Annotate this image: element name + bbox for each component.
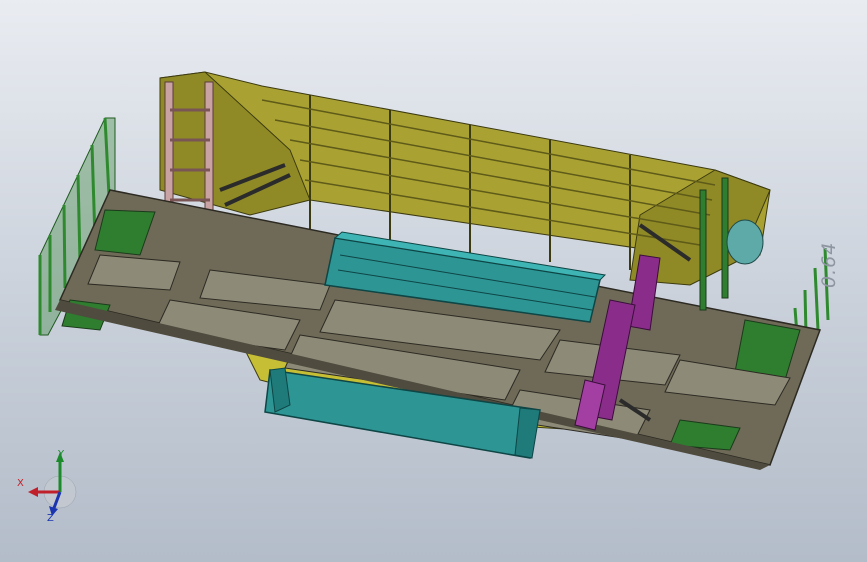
x-axis-arrowhead (28, 487, 38, 497)
y-axis-label: Y (58, 449, 65, 460)
hopper-car-3d-model[interactable] (0, 0, 867, 562)
z-axis-label: Z (47, 513, 54, 524)
x-axis-label: X (17, 478, 24, 489)
view-scale-readout: 0.64 (818, 241, 840, 288)
brake-reservoir[interactable] (726, 219, 764, 265)
graphics-viewport[interactable]: X Y Z 0.64 (0, 0, 867, 562)
